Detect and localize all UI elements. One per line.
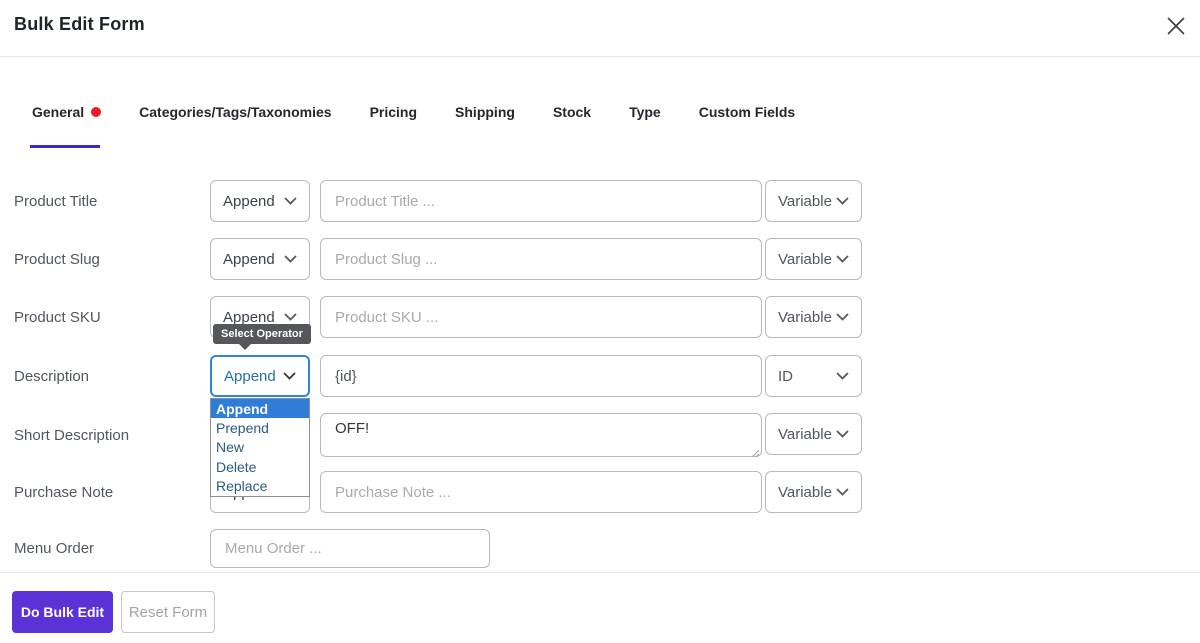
row-product-sku: Product SKU Append Variable (0, 296, 1200, 338)
field-label: Description (14, 367, 90, 385)
reset-form-button[interactable]: Reset Form (121, 591, 215, 633)
chevron-down-icon (284, 197, 297, 205)
active-tab-underline (30, 145, 100, 148)
variable-select[interactable]: Variable (765, 238, 862, 280)
operator-select[interactable]: Append (210, 355, 310, 397)
option-new[interactable]: New (211, 438, 309, 457)
notification-dot (91, 107, 102, 117)
variable-select[interactable]: Variable (765, 413, 862, 455)
row-purchase-note: Purchase Note Append Variable (0, 471, 1200, 513)
chevron-down-icon (836, 488, 849, 496)
field-label: Product Title (14, 192, 98, 210)
row-description: Description Append ID (0, 355, 1200, 397)
option-delete[interactable]: Delete (211, 457, 309, 476)
row-short-description: Short Description Append OFF! Variable (0, 413, 1200, 458)
chevron-down-icon (284, 255, 297, 263)
option-replace[interactable]: Replace (211, 477, 309, 496)
field-label: Menu Order (14, 540, 95, 557)
variable-select[interactable]: Variable (765, 180, 862, 222)
option-prepend[interactable]: Prepend (211, 418, 309, 437)
do-bulk-edit-button[interactable]: Do Bulk Edit (12, 591, 113, 633)
close-icon[interactable] (1160, 10, 1192, 42)
value-input[interactable] (320, 238, 762, 280)
variable-select[interactable]: Variable (765, 471, 862, 513)
tooltip-select-operator: Select Operator (213, 324, 311, 350)
operator-select[interactable]: Append (210, 180, 310, 222)
row-menu-order: Menu Order (0, 529, 1200, 568)
value-input[interactable] (320, 180, 762, 222)
header-divider (0, 56, 1200, 57)
tab-custom-fields[interactable]: Custom Fields (699, 104, 795, 120)
tab-general[interactable]: General (32, 104, 102, 120)
chevron-down-icon (284, 313, 297, 321)
operator-select[interactable]: Append (210, 238, 310, 280)
menu-order-input[interactable] (210, 529, 490, 568)
tab-type[interactable]: Type (629, 104, 661, 120)
chevron-down-icon (283, 372, 296, 380)
field-label: Product Slug (14, 250, 100, 268)
chevron-down-icon (836, 197, 849, 205)
field-label: Short Description (14, 426, 130, 444)
value-input[interactable] (320, 296, 762, 338)
resize-handle-icon[interactable] (750, 445, 760, 463)
option-append[interactable]: Append (211, 399, 309, 419)
chevron-down-icon (836, 372, 849, 380)
bulk-edit-modal: Bulk Edit Form General Categories/Tags/T… (0, 0, 1200, 643)
field-label: Product SKU (14, 308, 101, 326)
footer-divider (0, 572, 1200, 573)
operator-options-list: Append Prepend New Delete Replace (210, 398, 310, 497)
variable-select[interactable]: Variable (765, 296, 862, 338)
chevron-down-icon (836, 430, 849, 438)
value-textarea[interactable]: OFF! (320, 413, 762, 457)
field-label: Purchase Note (14, 483, 114, 501)
chevron-down-icon (836, 313, 849, 321)
tab-categories-tags-taxonomies[interactable]: Categories/Tags/Taxonomies (139, 104, 331, 120)
modal-title: Bulk Edit Form (14, 14, 145, 34)
tab-shipping[interactable]: Shipping (455, 104, 515, 120)
tab-pricing[interactable]: Pricing (370, 104, 417, 120)
value-input[interactable] (320, 471, 762, 513)
chevron-down-icon (836, 255, 849, 263)
variable-select[interactable]: ID (765, 355, 862, 397)
row-product-slug: Product Slug Append Variable (0, 238, 1200, 280)
row-product-title: Product Title Append Variable (0, 180, 1200, 222)
tab-bar: General Categories/Tags/Taxonomies Prici… (32, 104, 795, 120)
value-input[interactable] (320, 355, 762, 397)
tab-stock[interactable]: Stock (553, 104, 591, 120)
